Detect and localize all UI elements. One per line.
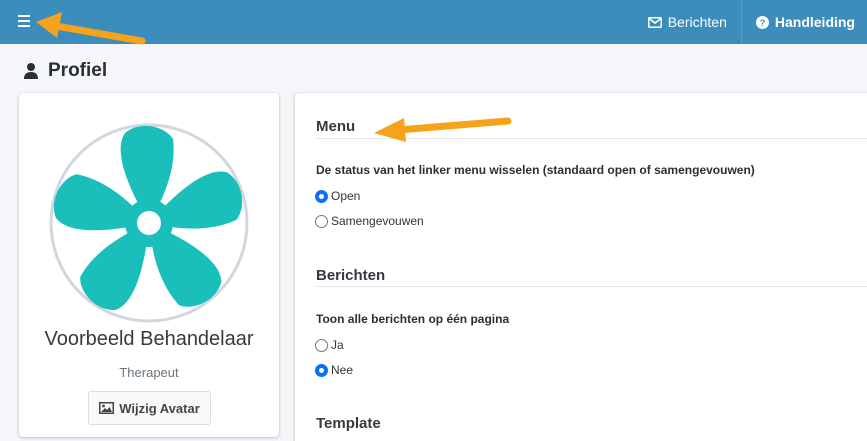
section-title-menu: Menu [316,118,356,135]
section-divider [316,286,867,287]
envelope-icon [647,16,662,28]
radio-menu-collapsed[interactable]: Samengevouwen [315,214,424,228]
change-avatar-label: Wijzig Avatar [119,400,200,416]
radio-button-checked[interactable] [315,189,328,203]
image-icon [99,402,115,414]
nav-berichten-label: Berichten [667,14,727,30]
section-title-berichten: Berichten [316,267,386,284]
nav-handleiding-label: Handleiding [774,14,855,30]
profile-name: Voorbeeld Behandelaar [44,328,254,350]
menu-question: De status van het linker menu wisselen (… [316,163,755,177]
radio-button[interactable] [315,338,328,352]
radio-button-checked[interactable] [315,363,328,377]
radio-messages-no[interactable]: Nee [315,363,353,377]
svg-text:?: ? [760,18,766,28]
radio-messages-yes[interactable]: Ja [315,338,344,352]
change-avatar-button[interactable]: Wijzig Avatar [88,391,211,425]
nav-berichten[interactable]: Berichten [634,0,741,44]
profile-role: Therapeut [119,365,179,380]
radio-label: Ja [331,338,344,352]
radio-label: Open [331,189,361,203]
top-nav-links: Berichten ? Handleiding [634,0,867,44]
section-title-template: Template [316,415,381,432]
settings-card: Menu De status van het linker menu wisse… [295,93,867,441]
annotation-arrow-hamburger [36,12,146,45]
page-title: Profiel [24,59,107,83]
radio-label: Nee [331,363,354,377]
nav-handleiding[interactable]: ? Handleiding [740,0,867,44]
messages-question: Toon alle berichten op één pagina [316,312,510,326]
page-title-text: Profiel [48,60,108,81]
user-icon [24,63,38,79]
question-circle-icon: ? [755,15,769,29]
annotation-arrow-menu [374,117,512,142]
radio-button[interactable] [315,214,328,228]
radio-menu-open[interactable]: Open [315,189,360,203]
flower-icon [49,123,249,323]
radio-label: Samengevouwen [331,214,424,228]
profile-card: Voorbeeld Behandelaar Therapeut Wijzig A… [19,93,279,437]
